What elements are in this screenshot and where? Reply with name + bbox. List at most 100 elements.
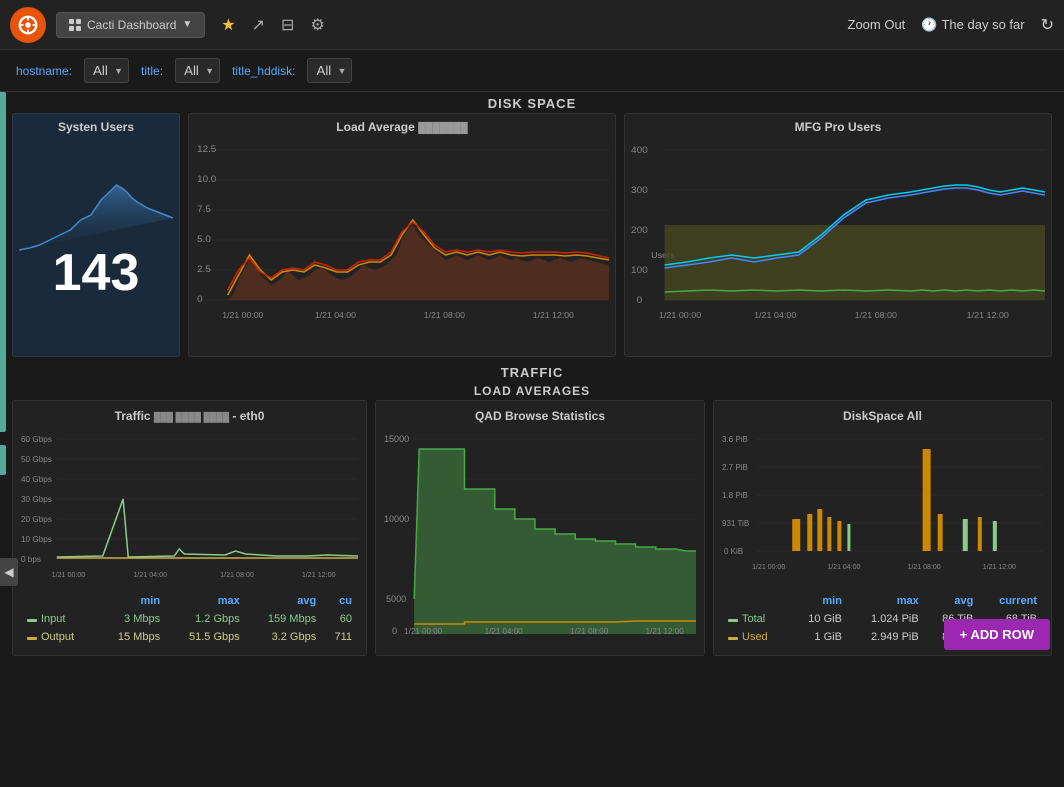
svg-text:12.5: 12.5 xyxy=(197,143,216,154)
left-accent-1 xyxy=(0,92,6,432)
svg-text:1/21 12:00: 1/21 12:00 xyxy=(983,564,1016,571)
svg-text:10 Gbps: 10 Gbps xyxy=(21,535,52,544)
svg-text:0 KiB: 0 KiB xyxy=(724,547,743,556)
traffic-header: TRAFFIC xyxy=(0,363,1064,382)
svg-text:1/21 04:00: 1/21 04:00 xyxy=(485,627,524,636)
mfg-pro-panel: MFG Pro Users 400 300 200 100 0 Users xyxy=(624,113,1052,357)
svg-text:1/21 04:00: 1/21 04:00 xyxy=(133,572,167,579)
svg-text:1/21 08:00: 1/21 08:00 xyxy=(908,564,941,571)
qad-panel: QAD Browse Statistics 15000 10000 5000 0 xyxy=(375,400,705,656)
svg-text:40 Gbps: 40 Gbps xyxy=(21,475,52,484)
svg-text:300: 300 xyxy=(631,185,648,195)
main-content: ◀ DISK SPACE Systen Users 143 Load Avera… xyxy=(0,92,1064,664)
input-label: Input xyxy=(41,613,65,625)
avg-header: avg xyxy=(246,593,320,609)
topbar: Cacti Dashboard ▼ ★ ↗ ⊟ ⚙ Zoom Out 🕐 The… xyxy=(0,0,1064,50)
svg-text:0 bps: 0 bps xyxy=(21,555,41,564)
mfg-pro-title: MFG Pro Users xyxy=(631,120,1045,134)
output-max: 51.5 Gbps xyxy=(166,629,244,645)
traffic-stats-table: min max avg cu Input 3 Mbps 1.2 Gbps 159… xyxy=(21,591,358,647)
svg-text:1/21 00:00: 1/21 00:00 xyxy=(52,572,86,579)
qad-chart: 15000 10000 5000 0 1/21 00:00 1/21 04:00… xyxy=(384,429,696,639)
input-avg: 159 Mbps xyxy=(246,611,320,627)
used-label: Used xyxy=(742,631,768,643)
svg-text:7.5: 7.5 xyxy=(197,203,211,214)
grid-icon xyxy=(69,19,81,31)
svg-text:1/21 00:00: 1/21 00:00 xyxy=(404,627,443,636)
dashboard-title: Cacti Dashboard xyxy=(87,18,176,32)
svg-text:1/21 12:00: 1/21 12:00 xyxy=(967,310,1010,319)
svg-text:400: 400 xyxy=(631,145,648,155)
svg-text:1/21 12:00: 1/21 12:00 xyxy=(302,572,336,579)
svg-text:10.0: 10.0 xyxy=(197,173,216,184)
traffic-chart: 60 Gbps 50 Gbps 40 Gbps 30 Gbps 20 Gbps … xyxy=(21,429,358,584)
svg-text:0: 0 xyxy=(637,295,643,305)
star-icon[interactable]: ★ xyxy=(221,15,235,35)
svg-text:2.5: 2.5 xyxy=(197,263,211,274)
min-header: min xyxy=(98,593,164,609)
output-min: 15 Mbps xyxy=(98,629,164,645)
svg-text:1/21 08:00: 1/21 08:00 xyxy=(570,627,609,636)
output-label: Output xyxy=(41,631,74,643)
svg-text:1/21 00:00: 1/21 00:00 xyxy=(752,564,785,571)
collapse-button[interactable]: ◀ xyxy=(0,558,18,586)
input-cu: 60 xyxy=(322,611,356,627)
diskspace-panel: DiskSpace All 3.6 PiB 2.7 PiB 1.8 PiB 93… xyxy=(713,400,1052,656)
svg-text:1/21 04:00: 1/21 04:00 xyxy=(827,564,860,571)
title-hddisk-select[interactable]: All xyxy=(307,58,352,83)
svg-text:1/21 04:00: 1/21 04:00 xyxy=(315,310,357,320)
dashboard-button[interactable]: Cacti Dashboard ▼ xyxy=(56,12,205,38)
day-range-button[interactable]: 🕐 The day so far xyxy=(921,17,1024,33)
total-min: 10 GiB xyxy=(790,611,846,627)
load-average-chart: 12.5 10.0 7.5 5.0 2.5 0 1/21 00:00 1/21 … xyxy=(195,140,609,340)
svg-text:1/21 08:00: 1/21 08:00 xyxy=(855,310,898,319)
max-header: max xyxy=(166,593,244,609)
svg-text:1/21 00:00: 1/21 00:00 xyxy=(222,310,264,320)
title-label: title: xyxy=(141,64,163,78)
input-max: 1.2 Gbps xyxy=(166,611,244,627)
ds-min-header: min xyxy=(790,593,846,609)
used-min: 1 GiB xyxy=(790,629,846,645)
load-averages-header: LOAD AVERAGES xyxy=(0,382,1064,400)
logo xyxy=(10,7,46,43)
refresh-button[interactable]: ↻ xyxy=(1041,15,1054,35)
chevron-down-icon: ▼ xyxy=(182,19,192,30)
input-min: 3 Mbps xyxy=(98,611,164,627)
zoom-out-button[interactable]: Zoom Out xyxy=(848,17,906,32)
svg-text:20 Gbps: 20 Gbps xyxy=(21,515,52,524)
diskspace-title: DiskSpace All xyxy=(722,409,1043,423)
filterbar: hostname: All title: All title_hddisk: A… xyxy=(0,50,1064,92)
total-label: Total xyxy=(742,613,765,625)
svg-text:15000: 15000 xyxy=(384,434,409,444)
export-icon[interactable]: ↗ xyxy=(252,15,265,35)
output-row: Output 15 Mbps 51.5 Gbps 3.2 Gbps 711 xyxy=(23,629,356,645)
title-hddisk-label: title_hddisk: xyxy=(232,64,295,78)
load-average-panel: Load Average ███████ 12.5 10.0 7.5 5.0 2… xyxy=(188,113,616,357)
svg-text:1.8 PiB: 1.8 PiB xyxy=(722,491,748,500)
ds-max-header: max xyxy=(848,593,923,609)
ds-current-header: current xyxy=(979,593,1041,609)
diskspace-chart: 3.6 PiB 2.7 PiB 1.8 PiB 931 TiB 0 KiB 1/… xyxy=(722,429,1043,584)
ds-avg-header: avg xyxy=(925,593,978,609)
input-row: Input 3 Mbps 1.2 Gbps 159 Mbps 60 xyxy=(23,611,356,627)
svg-text:200: 200 xyxy=(631,225,648,235)
add-row-button[interactable]: + ADD ROW xyxy=(944,619,1050,650)
save-icon[interactable]: ⊟ xyxy=(281,15,294,35)
bottom-chart-row: Traffic ███ ████ ████ - eth0 60 Gbps 50 … xyxy=(0,400,1064,664)
svg-text:5.0: 5.0 xyxy=(197,233,211,244)
svg-text:100: 100 xyxy=(631,265,648,275)
total-max: 1.024 PiB xyxy=(848,611,923,627)
output-cu: 711 xyxy=(322,629,356,645)
svg-text:1/21 04:00: 1/21 04:00 xyxy=(754,310,797,319)
traffic-title: Traffic ███ ████ ████ - eth0 xyxy=(21,409,358,423)
svg-text:1/21 12:00: 1/21 12:00 xyxy=(646,627,685,636)
clock-icon: 🕐 xyxy=(921,17,937,33)
qad-title: QAD Browse Statistics xyxy=(384,409,696,423)
mfg-pro-chart: 400 300 200 100 0 Users 1/21 00:00 1/21 … xyxy=(631,140,1045,340)
title-filter-wrapper: All xyxy=(175,58,220,83)
hostname-select[interactable]: All xyxy=(84,58,129,83)
topbar-icons: ★ ↗ ⊟ ⚙ xyxy=(221,15,325,35)
settings-icon[interactable]: ⚙ xyxy=(310,15,324,35)
title-select[interactable]: All xyxy=(175,58,220,83)
svg-text:5000: 5000 xyxy=(386,594,406,604)
